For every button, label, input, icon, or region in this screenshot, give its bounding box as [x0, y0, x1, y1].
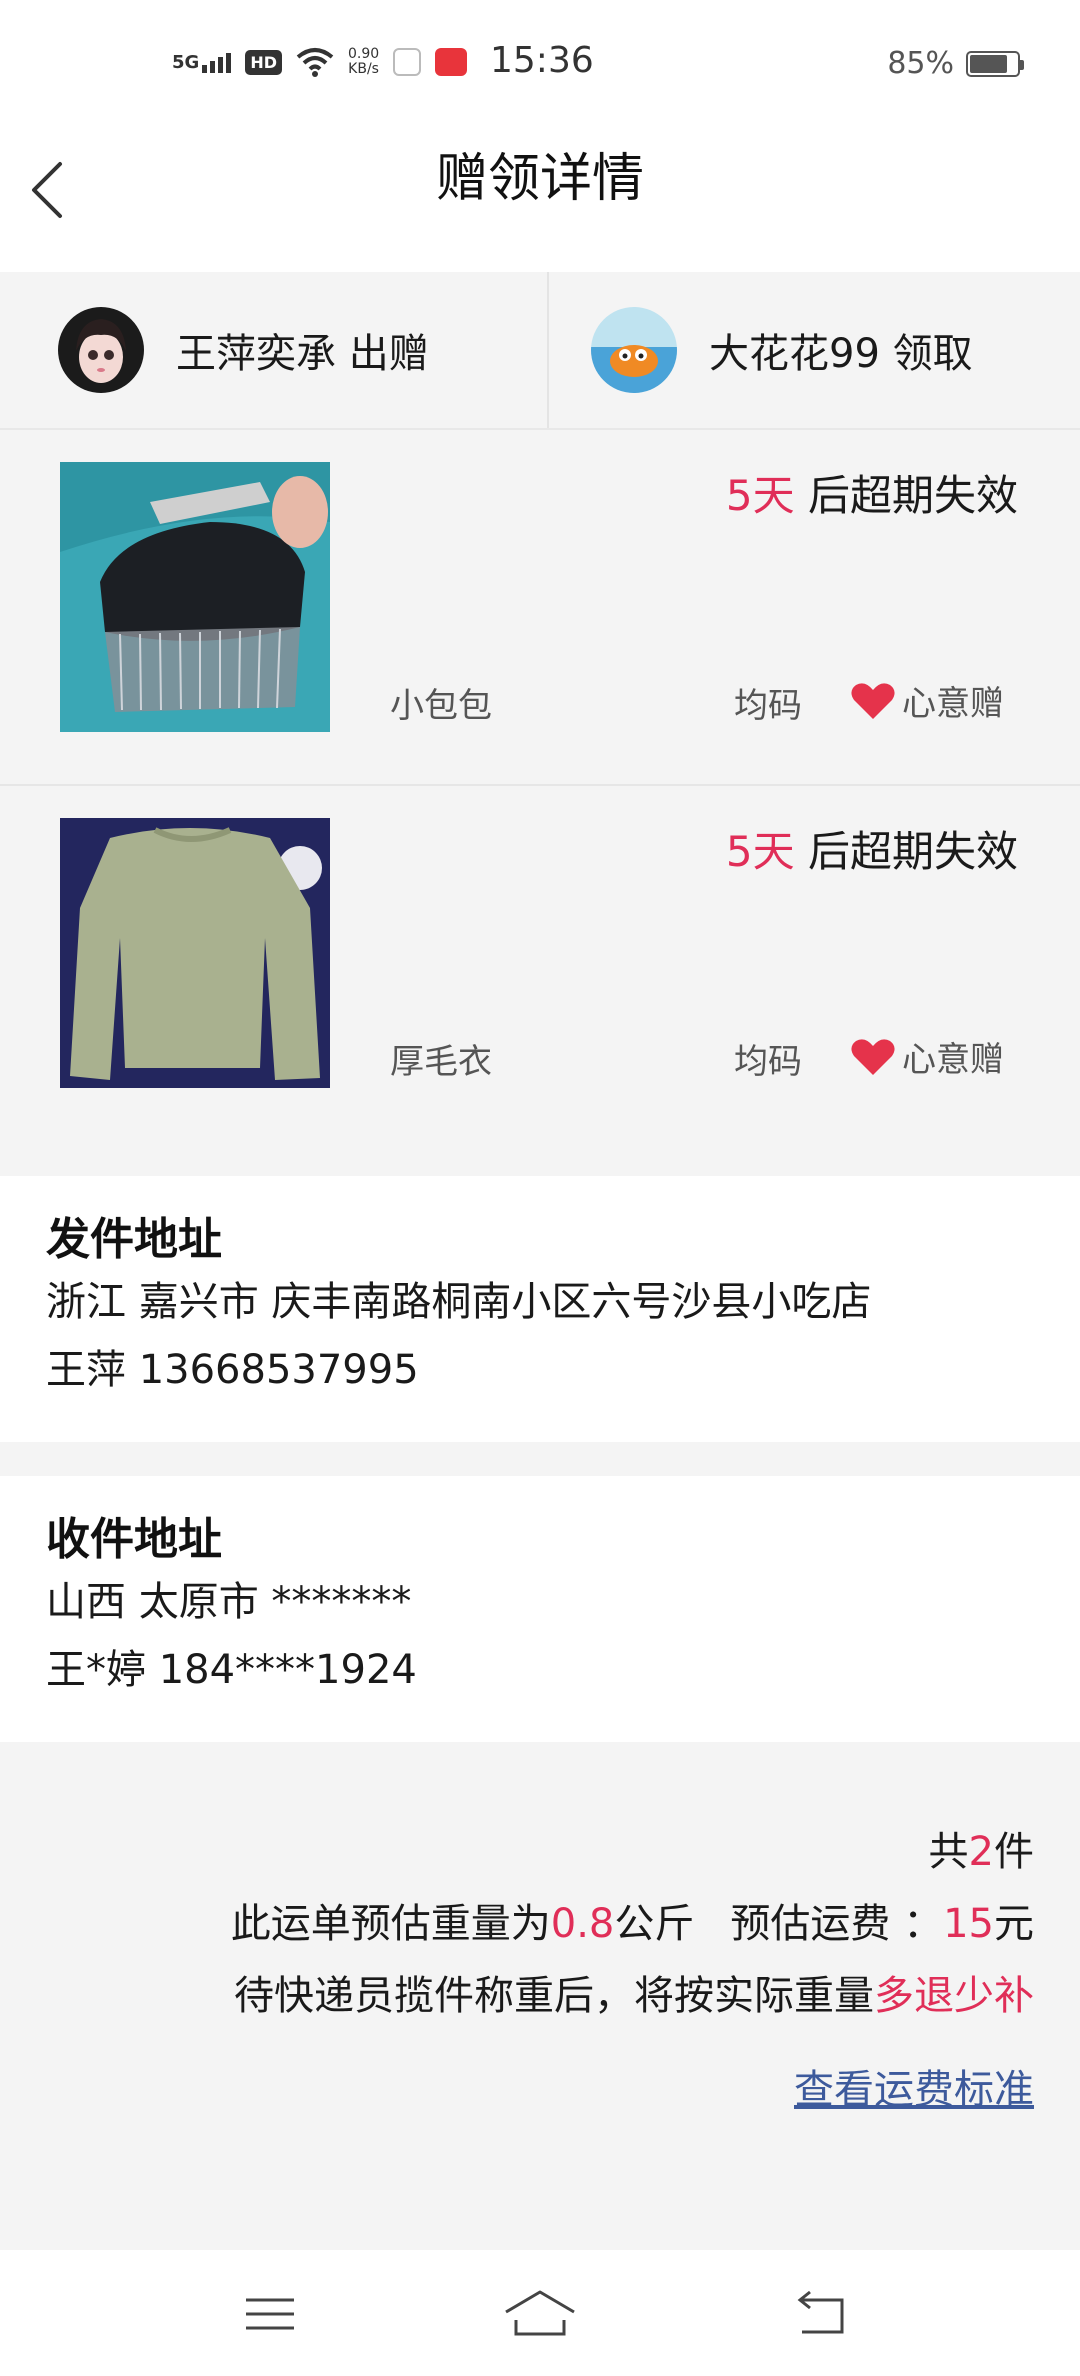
item-size: 均码	[734, 686, 802, 726]
sender-address-section: 发件地址 浙江 嘉兴市 庆丰南路桐南小区六号沙县小吃店 王萍 136685379…	[0, 1176, 1080, 1442]
sender-contact: 王萍 13668537995	[46, 1347, 419, 1393]
battery-icon	[966, 50, 1024, 77]
receiver-contact: 王*婷 184****1924	[46, 1647, 417, 1693]
status-icons: 5G HD 0.90 KB/s	[172, 42, 468, 82]
sender-address: 浙江 嘉兴市 庆丰南路桐南小区六号沙县小吃店	[46, 1279, 872, 1325]
gift-tag: 心意赠	[850, 676, 1004, 725]
gift-tag: 心意赠	[850, 1032, 1004, 1081]
item-count: 共2件	[928, 1829, 1034, 1875]
item-image[interactable]	[60, 818, 330, 1088]
expire-notice: 5天 后超期失效	[725, 827, 1018, 876]
item-image[interactable]	[60, 462, 330, 732]
battery-status: 85%	[887, 46, 1024, 81]
app-notification-icon	[393, 48, 422, 76]
fee-standard-link[interactable]: 查看运费标准	[231, 2054, 1034, 2126]
giver-avatar[interactable]	[58, 307, 144, 393]
sender-address-title: 发件地址	[46, 1214, 222, 1265]
system-navigation-bar	[0, 2250, 1080, 2376]
weight-fee-line: 此运单预估重量为0.8公斤 预估运费 ：15元	[230, 1901, 1034, 1947]
wifi-icon	[296, 48, 334, 77]
signal-icon: 5G	[172, 51, 232, 73]
app-notification-icon	[435, 48, 468, 76]
menu-icon[interactable]	[240, 2286, 300, 2342]
clock: 15:36	[490, 40, 594, 81]
shipping-summary: 共2件 此运单预估重量为0.8公斤 预估运费 ：15元 待快递员揽件称重后，将按实…	[231, 1816, 1034, 2126]
item-name: 小包包	[390, 686, 492, 726]
receiver-address-section: 收件地址 山西 太原市 ******* 王*婷 184****1924	[0, 1476, 1080, 1742]
item-size: 均码	[734, 1042, 802, 1082]
expire-notice: 5天 后超期失效	[725, 471, 1018, 520]
network-type: 5G	[172, 51, 200, 73]
gift-item[interactable]: 5天 后超期失效 厚毛衣 均码 心意赠	[0, 788, 1080, 1142]
item-name: 厚毛衣	[390, 1042, 492, 1082]
receiver-address-title: 收件地址	[46, 1514, 222, 1565]
giver-info[interactable]: 王萍奕承 出赠	[0, 272, 547, 428]
receiver-avatar[interactable]	[591, 307, 677, 393]
heart-icon	[851, 1038, 895, 1075]
receiver-info[interactable]: 大花花99 领取	[547, 272, 1080, 428]
receiver-address: 山西 太原市 *******	[46, 1579, 412, 1625]
page-title: 赠领详情	[435, 149, 644, 209]
home-icon[interactable]	[502, 2286, 578, 2342]
gift-item[interactable]: 5天 后超期失效 小包包 均码 心意赠	[0, 432, 1080, 786]
network-speed: 0.90 KB/s	[347, 46, 380, 77]
back-nav-icon[interactable]	[792, 2286, 852, 2342]
navigation-bar: 赠领详情	[0, 120, 1080, 272]
receiver-name: 大花花99 领取	[709, 331, 973, 377]
weight-note: 待快递员揽件称重后，将按实际重量多退少补	[234, 1973, 1034, 2019]
hd-icon: HD	[245, 49, 282, 75]
battery-percent: 85%	[887, 46, 954, 81]
status-bar: 5G HD 0.90 KB/s 15:36 85%	[0, 0, 1080, 120]
heart-icon	[851, 682, 895, 719]
giver-receiver-row: 王萍奕承 出赠 大花花99 领取	[0, 272, 1080, 430]
giver-name: 王萍奕承 出赠	[176, 331, 429, 377]
